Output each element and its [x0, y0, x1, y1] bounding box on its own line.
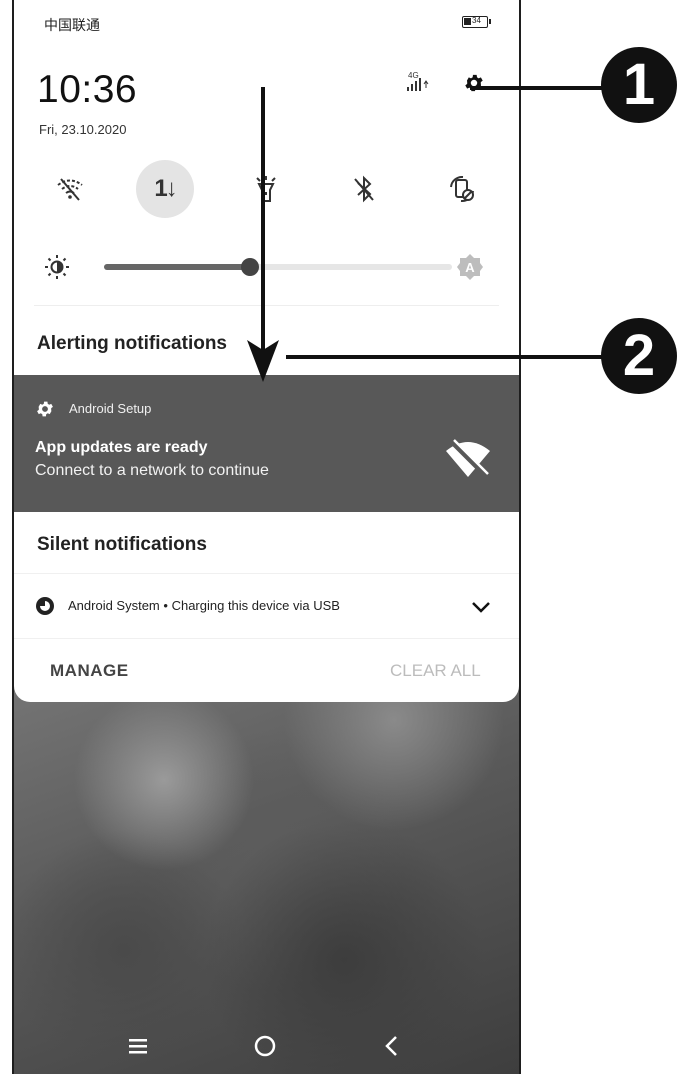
actions-separator — [14, 638, 519, 639]
brightness-track[interactable] — [104, 258, 452, 276]
wifi-off-icon — [57, 178, 83, 201]
brightness-slider[interactable]: A — [44, 252, 494, 282]
silent-notification-body: Charging this device via USB — [171, 598, 340, 613]
auto-brightness-icon[interactable]: A — [456, 253, 484, 281]
auto-rotate-icon — [450, 175, 474, 203]
alert-notification-title: App updates are ready — [35, 439, 208, 456]
clock-date: Fri, 23.10.2020 — [39, 122, 127, 137]
auto-brightness-label: A — [465, 260, 475, 275]
swipe-down-arrowhead-icon — [247, 340, 279, 382]
callout-1: 1 — [601, 47, 677, 123]
status-bar: 中国联通 34 — [14, 0, 519, 40]
alert-notification-text: Connect to a network to continue — [35, 462, 269, 479]
silent-row-separator — [14, 573, 519, 574]
brightness-icon — [45, 255, 69, 279]
brightness-fill — [104, 264, 251, 270]
alerting-section-title: Alerting notifications — [37, 333, 227, 354]
menu-icon[interactable] — [127, 1036, 149, 1056]
navigation-bar — [14, 1030, 519, 1074]
callout-2: 2 — [601, 318, 677, 394]
settings-gear-icon[interactable] — [463, 72, 485, 94]
alert-app-name: Android Setup — [69, 401, 152, 416]
network-off-icon — [446, 439, 490, 478]
blurred-wallpaper — [14, 660, 519, 1074]
chevron-down-icon[interactable] — [471, 600, 491, 614]
wifi-tile[interactable] — [46, 165, 94, 213]
mobile-data-icon: 1↓ — [154, 175, 177, 202]
silent-separator: • — [163, 598, 168, 613]
bluetooth-off-icon — [354, 175, 374, 203]
quick-settings-divider — [34, 305, 499, 306]
silent-section-title: Silent notifications — [37, 534, 207, 555]
clock-time: 10:36 — [37, 68, 138, 111]
android-setup-gear-icon — [37, 401, 53, 417]
phone-screen: 中国联通 34 10:36 Fri, 23.10.2020 4G 1↓ A Al… — [12, 0, 521, 1074]
battery-icon: 34 — [462, 16, 491, 28]
back-icon[interactable] — [382, 1034, 402, 1058]
callout-2-line — [286, 355, 606, 359]
callout-1-line — [470, 86, 606, 90]
clear-all-button[interactable]: CLEAR ALL — [390, 661, 481, 681]
mobile-data-tile[interactable]: 1↓ — [136, 160, 194, 218]
brightness-thumb[interactable] — [241, 258, 260, 276]
flashlight-icon — [256, 176, 276, 202]
carrier-name: 中国联通 — [44, 17, 100, 33]
signal-strength-icon: 4G — [407, 71, 429, 91]
silent-notification-text: Android System • Charging this device vi… — [68, 598, 340, 613]
battery-level: 34 — [472, 16, 481, 25]
android-system-icon — [36, 597, 54, 615]
network-type-label: 4G — [408, 71, 419, 80]
manage-button[interactable]: MANAGE — [50, 661, 129, 681]
flashlight-tile[interactable] — [242, 165, 290, 213]
silent-app-name: Android System — [68, 598, 160, 613]
auto-rotate-tile[interactable] — [438, 165, 486, 213]
home-icon[interactable] — [253, 1034, 277, 1058]
swipe-down-arrow-line — [261, 87, 265, 357]
alert-notification-card[interactable]: Android Setup App updates are ready Conn… — [14, 375, 519, 512]
bluetooth-tile[interactable] — [340, 165, 388, 213]
